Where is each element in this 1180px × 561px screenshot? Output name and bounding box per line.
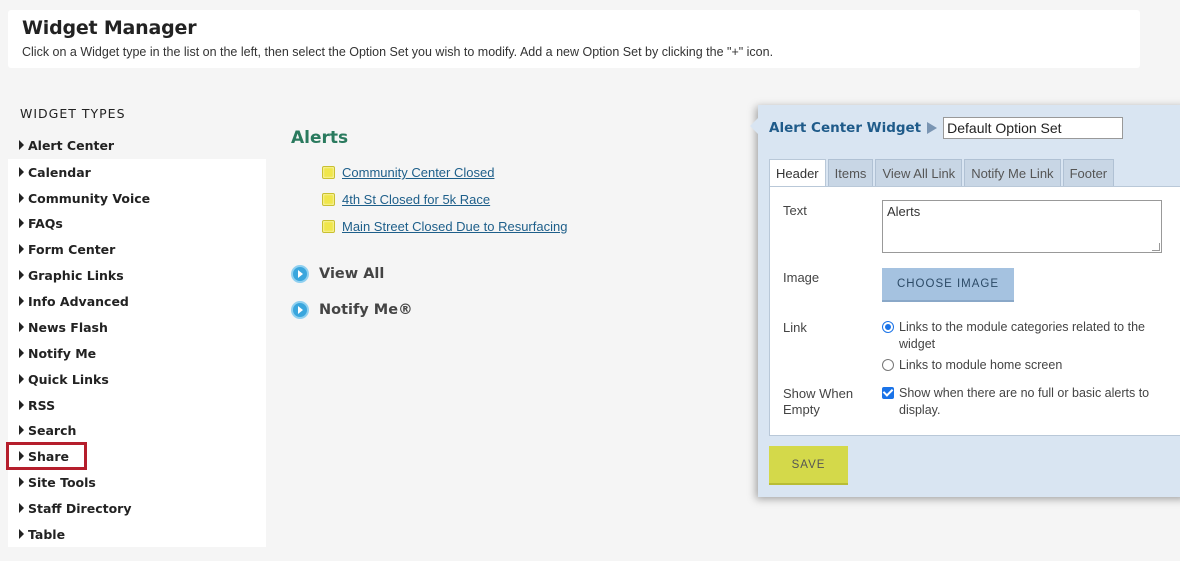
image-label: Image [783,270,820,285]
sidebar-item-search[interactable]: Search [19,420,76,440]
tab-footer[interactable]: Footer [1062,159,1115,186]
tab-items[interactable]: Items [827,159,874,186]
expand-arrow-icon [19,529,24,539]
sidebar-item-table[interactable]: Table [19,524,65,544]
text-label: Text [783,203,807,218]
expand-arrow-icon [19,400,24,410]
expand-arrow-icon [19,193,24,203]
sidebar-item-staff-directory[interactable]: Staff Directory [19,498,131,518]
sidebar-item-alert-center[interactable]: Alert Center [19,135,114,155]
alert-link[interactable]: 4th St Closed for 5k Race [342,192,490,207]
page-title: Widget Manager [22,17,197,39]
widget-types-title: WIDGET TYPES [20,106,126,121]
sidebar-item-faqs[interactable]: FAQs [19,213,63,233]
save-button[interactable]: SAVE [769,446,848,485]
expand-arrow-icon [19,296,24,306]
widget-name: Alert Center Widget [769,120,922,136]
sidebar-item-calendar[interactable]: Calendar [19,162,91,182]
radio-selected-icon[interactable] [882,321,894,333]
share-highlight-box [6,442,87,470]
choose-image-button[interactable]: CHOOSE IMAGE [882,268,1014,302]
expand-arrow-icon [19,244,24,254]
alert-bullet-icon [322,166,335,179]
alert-bullet-icon [322,193,335,206]
expand-arrow-icon [19,503,24,513]
checkbox-checked-icon[interactable] [882,387,894,399]
show-when-empty-label: Show When Empty [783,386,854,417]
alert-link[interactable]: Main Street Closed Due to Resurfacing [342,219,567,234]
tab-header[interactable]: Header [769,159,826,187]
page-header: Widget Manager Click on a Widget type in… [8,10,1140,68]
sidebar-item-site-tools[interactable]: Site Tools [19,472,96,492]
sidebar-item-info-advanced[interactable]: Info Advanced [19,291,129,311]
view-all-link[interactable]: View All [291,265,384,283]
expand-arrow-icon [19,322,24,332]
link-option-home[interactable]: Links to module home screen [882,357,1167,374]
sidebar-item-community-voice[interactable]: Community Voice [19,188,150,208]
preview-title: Alerts [291,128,349,148]
expand-arrow-icon [19,348,24,358]
widget-types-sidebar: Alert Center Calendar Community Voice FA… [6,133,266,547]
expand-arrow-icon [19,167,24,177]
expand-arrow-icon [19,425,24,435]
page-instructions: Click on a Widget type in the list on th… [22,45,774,59]
tab-view-all-link[interactable]: View All Link [875,159,963,186]
arrow-circle-icon [291,265,309,283]
link-label: Link [783,320,807,335]
show-when-empty-checkbox[interactable]: Show when there are no full or basic ale… [882,385,1172,419]
option-set-panel: Alert Center Widget Header Items View Al… [750,105,1180,497]
expand-arrow-icon [19,218,24,228]
header-tab-content: Text Alerts Image CHOOSE IMAGE Link Link… [769,186,1180,436]
option-set-name-input[interactable] [943,117,1124,139]
expand-arrow-icon [19,477,24,487]
sidebar-item-notify-me[interactable]: Notify Me [19,343,96,363]
alert-item[interactable]: 4th St Closed for 5k Race [322,192,490,207]
sidebar-item-quick-links[interactable]: Quick Links [19,369,109,389]
sidebar-item-news-flash[interactable]: News Flash [19,317,108,337]
notify-me-link[interactable]: Notify Me® [291,301,413,319]
alert-item[interactable]: Main Street Closed Due to Resurfacing [322,219,567,234]
sidebar-item-form-center[interactable]: Form Center [19,239,115,259]
link-option-categories[interactable]: Links to the module categories related t… [882,319,1167,353]
breadcrumb-arrow-icon [927,122,938,134]
text-textarea[interactable]: Alerts [882,200,1162,253]
panel-tabs: Header Items View All Link Notify Me Lin… [769,159,1116,187]
expand-arrow-icon [19,270,24,280]
resize-grip-icon[interactable] [1152,243,1160,251]
alert-item[interactable]: Community Center Closed [322,165,494,180]
expand-arrow-icon [19,140,24,150]
sidebar-item-graphic-links[interactable]: Graphic Links [19,265,124,285]
expand-arrow-icon [19,374,24,384]
arrow-circle-icon [291,301,309,319]
alert-bullet-icon [322,220,335,233]
tab-notify-me-link[interactable]: Notify Me Link [964,159,1061,186]
radio-unselected-icon[interactable] [882,359,894,371]
sidebar-item-rss[interactable]: RSS [19,395,55,415]
alert-link[interactable]: Community Center Closed [342,165,494,180]
